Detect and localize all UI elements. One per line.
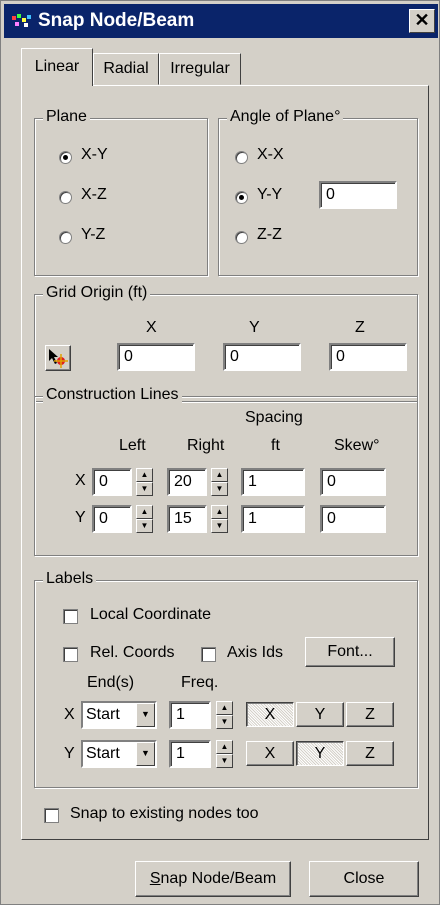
labels-y-ends-value: Start — [86, 745, 120, 762]
labels-row-x-label: X — [64, 706, 75, 723]
labels-x-axis-x-button[interactable]: X — [246, 702, 294, 727]
chevron-down-icon[interactable]: ▼ — [136, 742, 155, 766]
title-bar: Snap Node/Beam ✕ — [4, 4, 438, 38]
construction-title: Construction Lines — [43, 386, 182, 404]
axis-ids-label: Axis Ids — [227, 644, 284, 661]
construction-skew-header: Skew° — [334, 437, 380, 454]
construction-right-header: Right — [187, 437, 225, 454]
tab-irregular[interactable]: Irregular — [159, 53, 241, 85]
window-title: Snap Node/Beam — [38, 10, 195, 31]
plane-xz-radio[interactable] — [59, 191, 72, 204]
snap-existing-checkbox[interactable] — [44, 808, 59, 823]
construction-y-right-input[interactable]: 15 — [167, 505, 207, 533]
plane-title: Plane — [43, 108, 90, 126]
grid-origin-z-input[interactable]: 0 — [329, 343, 407, 371]
app-icon — [12, 14, 31, 27]
grid-origin-x-input[interactable]: 0 — [117, 343, 195, 371]
close-icon[interactable]: ✕ — [409, 9, 435, 33]
angle-xx-radio[interactable] — [235, 151, 248, 164]
font-button[interactable]: Font... — [305, 637, 395, 667]
snap-button-mnemonic: S — [149, 870, 161, 887]
angle-yy-radio[interactable] — [235, 191, 248, 204]
labels-y-ends-select[interactable]: Start ▼ — [81, 740, 157, 768]
construction-x-spacing-input[interactable]: 1 — [241, 468, 305, 496]
plane-group: Plane X-Y X-Z Y-Z — [34, 108, 208, 276]
snap-button-label: nap Node/Beam — [160, 870, 277, 887]
tab-linear[interactable]: Linear — [21, 48, 93, 86]
angle-zz-label: Z-Z — [257, 226, 282, 243]
construction-y-right-spinner[interactable]: ▲ ▼ — [211, 505, 228, 533]
labels-y-axis-x-button[interactable]: X — [246, 741, 294, 766]
rel-coords-checkbox[interactable] — [63, 647, 78, 662]
labels-y-axis-z-button[interactable]: Z — [346, 741, 394, 766]
local-coordinate-label: Local Coordinate — [90, 606, 211, 623]
construction-left-header: Left — [119, 437, 146, 454]
labels-y-freq-input[interactable]: 1 — [169, 740, 211, 768]
snap-node-beam-button[interactable]: Snap Node/Beam — [135, 861, 291, 897]
construction-x-left-spinner[interactable]: ▲ ▼ — [136, 468, 153, 496]
construction-x-right-spinner[interactable]: ▲ ▼ — [211, 468, 228, 496]
dialog-window: Snap Node/Beam ✕ Linear Radial Irregular… — [0, 0, 440, 905]
construction-y-left-spinner[interactable]: ▲ ▼ — [136, 505, 153, 533]
plane-yz-radio[interactable] — [59, 231, 72, 244]
angle-value-input[interactable]: 0 — [319, 181, 397, 209]
construction-row-x-label: X — [75, 472, 86, 489]
labels-freq-header: Freq. — [181, 674, 219, 691]
plane-xy-label: X-Y — [81, 146, 108, 163]
labels-ends-header: End(s) — [87, 674, 135, 691]
angle-zz-radio[interactable] — [235, 231, 248, 244]
construction-row-y-label: Y — [75, 509, 86, 526]
axis-ids-checkbox[interactable] — [201, 647, 216, 662]
construction-y-left-input[interactable]: 0 — [92, 505, 132, 533]
construction-x-left-input[interactable]: 0 — [92, 468, 132, 496]
labels-title: Labels — [43, 570, 97, 588]
construction-x-right-input[interactable]: 20 — [167, 468, 207, 496]
angle-yy-label: Y-Y — [257, 186, 283, 203]
construction-y-spacing-input[interactable]: 1 — [241, 505, 305, 533]
labels-row-y-label: Y — [64, 745, 75, 762]
grid-origin-y-input[interactable]: 0 — [223, 343, 301, 371]
labels-y-axis-y-button[interactable]: Y — [296, 741, 344, 766]
plane-xz-label: X-Z — [81, 186, 107, 203]
labels-x-ends-select[interactable]: Start ▼ — [81, 701, 157, 729]
snap-existing-label: Snap to existing nodes too — [70, 805, 259, 822]
labels-x-ends-value: Start — [86, 706, 120, 723]
labels-y-freq-spinner[interactable]: ▲ ▼ — [216, 740, 233, 768]
construction-spacing-unit: ft — [271, 437, 280, 454]
pick-point-icon[interactable] — [45, 345, 71, 371]
labels-group: Labels Local Coordinate Rel. Coords Axis… — [34, 570, 418, 788]
grid-origin-z-label: Z — [355, 319, 365, 336]
tab-panel-linear: Plane X-Y X-Z Y-Z Angle of Plane° X-X Y-… — [21, 85, 429, 840]
grid-origin-x-label: X — [146, 319, 157, 336]
close-button[interactable]: Close — [309, 861, 419, 897]
chevron-down-icon[interactable]: ▼ — [136, 703, 155, 727]
construction-y-skew-input[interactable]: 0 — [320, 505, 386, 533]
angle-group: Angle of Plane° X-X Y-Y Z-Z 0 — [218, 108, 418, 276]
labels-x-axis-y-button[interactable]: Y — [296, 702, 344, 727]
construction-x-skew-input[interactable]: 0 — [320, 468, 386, 496]
labels-x-freq-input[interactable]: 1 — [169, 701, 211, 729]
plane-xy-radio[interactable] — [59, 151, 72, 164]
grid-origin-title: Grid Origin (ft) — [43, 284, 151, 302]
tab-radial[interactable]: Radial — [93, 53, 159, 85]
construction-lines-group: Construction Lines Spacing Left Right ft… — [34, 386, 418, 556]
construction-spacing-header: Spacing — [245, 409, 303, 426]
plane-yz-label: Y-Z — [81, 226, 106, 243]
angle-xx-label: X-X — [257, 146, 284, 163]
rel-coords-label: Rel. Coords — [90, 644, 175, 661]
labels-x-freq-spinner[interactable]: ▲ ▼ — [216, 701, 233, 729]
labels-x-axis-z-button[interactable]: Z — [346, 702, 394, 727]
angle-title: Angle of Plane° — [227, 108, 344, 126]
grid-origin-y-label: Y — [249, 319, 260, 336]
local-coordinate-checkbox[interactable] — [63, 609, 78, 624]
